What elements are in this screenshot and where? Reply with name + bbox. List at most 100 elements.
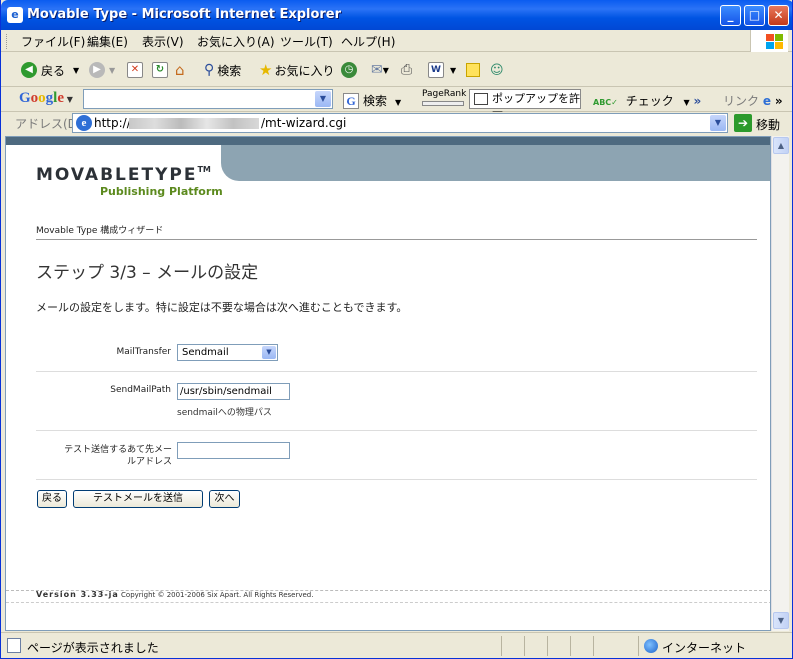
logo-subtitle: Publishing Platform xyxy=(100,185,223,198)
status-message: ページが表示されました xyxy=(27,641,159,655)
vertical-scrollbar[interactable]: ▲ ▼ xyxy=(771,136,789,631)
pagerank-bar xyxy=(422,101,464,106)
spell-check-label: チェック xyxy=(625,94,674,108)
pagerank-label: PageRank xyxy=(422,89,467,99)
print-button[interactable]: ⎙ xyxy=(401,60,412,80)
back-dropdown-icon[interactable]: ▼ xyxy=(73,66,79,75)
ie-window: e Movable Type - Microsoft Internet Expl… xyxy=(0,0,793,659)
favorites-button[interactable]: ★ お気に入り xyxy=(259,60,334,80)
pagerank-indicator: PageRank xyxy=(422,89,466,109)
refresh-button[interactable]: ↻ xyxy=(152,60,168,80)
title-bar: e Movable Type - Microsoft Internet Expl… xyxy=(1,0,792,30)
test-address-label: テスト送信するあて先メー ルアドレス xyxy=(36,444,172,468)
minimize-button[interactable]: _ xyxy=(720,5,741,26)
search-icon: ⚲ xyxy=(204,62,215,78)
address-input[interactable]: e http:// /mt-wizard.cgi ▼ xyxy=(72,113,728,133)
menu-help[interactable]: ヘルプ(H) xyxy=(341,33,395,50)
breadcrumb-divider xyxy=(36,239,757,240)
google-search-label: 検索 xyxy=(363,94,388,108)
mail-button[interactable]: ✉ ▼ xyxy=(371,60,389,80)
google-logo[interactable]: Google ▼ xyxy=(19,90,73,107)
address-dropdown-icon[interactable]: ▼ xyxy=(710,115,726,131)
address-bar: アドレス(D) e http:// /mt-wizard.cgi ▼ ➔ 移動 xyxy=(1,112,792,134)
menu-tools[interactable]: ツール(T) xyxy=(280,33,333,50)
security-zone: インターネット xyxy=(662,641,747,655)
menu-edit[interactable]: 編集(E) xyxy=(87,33,128,50)
back-button[interactable]: ◀ 戻る ▼ xyxy=(21,60,79,80)
footer-version: Version 3.33-ja xyxy=(36,590,119,599)
header-bar xyxy=(221,145,770,181)
links-chevron-icon: » xyxy=(774,94,783,108)
star-icon: ★ xyxy=(259,61,273,79)
stop-icon: ✕ xyxy=(127,62,143,78)
windows-logo-icon xyxy=(750,30,788,52)
status-divider xyxy=(570,636,571,656)
menu-file[interactable]: ファイル(F) xyxy=(21,33,85,50)
forward-button[interactable]: ▶ ▼ xyxy=(89,60,115,80)
scroll-down-icon[interactable]: ▼ xyxy=(773,612,789,629)
row-divider xyxy=(36,479,757,480)
status-divider xyxy=(524,636,525,656)
menu-view[interactable]: 表示(V) xyxy=(142,33,184,50)
status-divider xyxy=(501,636,502,656)
menu-favorites[interactable]: お気に入り(A) xyxy=(197,33,275,50)
intro-text: メールの設定をします。特に設定は不要な場合は次へ進むこともできます。 xyxy=(36,301,408,314)
check-dropdown-icon[interactable]: ▼ xyxy=(684,98,690,107)
go-arrow-icon[interactable]: ➔ xyxy=(734,114,752,132)
back-step-button[interactable]: 戻る xyxy=(37,490,67,508)
globe-icon xyxy=(644,639,658,653)
page-done-icon xyxy=(7,638,21,653)
row-divider xyxy=(36,371,757,372)
ie-app-icon: e xyxy=(7,7,23,23)
popup-icon xyxy=(474,93,488,105)
search-button[interactable]: ⚲ 検索 xyxy=(204,60,241,80)
page-content: MOVABLETYPETM Publishing Platform Movabl… xyxy=(5,136,771,631)
spell-check-button[interactable]: ABC✓ チェック ▼ » xyxy=(593,92,701,109)
search-dropdown-icon[interactable]: ▼ xyxy=(395,98,401,107)
google-search-button[interactable]: G 検索 ▼ xyxy=(343,92,401,109)
mail-dropdown-icon[interactable]: ▼ xyxy=(383,66,389,75)
forward-arrow-icon: ▶ xyxy=(89,62,105,78)
close-button[interactable]: ✕ xyxy=(768,5,789,26)
links-ie-icon: e xyxy=(762,94,771,108)
print-icon: ⎙ xyxy=(401,62,413,78)
chevron-down-icon[interactable]: ▼ xyxy=(262,346,276,359)
test-address-input[interactable] xyxy=(177,442,290,459)
next-step-button[interactable]: 次へ xyxy=(209,490,240,508)
url-prefix: http:// xyxy=(94,116,131,130)
stop-button[interactable]: ✕ xyxy=(127,60,143,80)
mail-transfer-value: Sendmail xyxy=(182,347,229,358)
popup-allow-button[interactable]: ポップアップを許可 xyxy=(469,89,581,123)
edit-button[interactable]: W ▼ xyxy=(428,60,456,80)
footer-copyright: Copyright © 2001-2006 Six Apart. All Rig… xyxy=(121,591,314,599)
scroll-up-icon[interactable]: ▲ xyxy=(773,137,789,154)
maximize-button[interactable]: □ xyxy=(744,5,765,26)
breadcrumb: Movable Type 構成ウィザード xyxy=(36,226,164,236)
note-icon xyxy=(466,63,480,77)
messenger-icon: ☺ xyxy=(490,62,504,78)
row-divider xyxy=(36,430,757,431)
discuss-button[interactable] xyxy=(466,60,480,80)
header-strip xyxy=(6,137,770,145)
mail-transfer-select[interactable]: Sendmail ▼ xyxy=(177,344,278,361)
footer-divider-bottom xyxy=(6,602,770,603)
sendmail-path-input[interactable]: /usr/sbin/sendmail xyxy=(177,383,290,400)
forward-dropdown-icon[interactable]: ▼ xyxy=(109,66,115,75)
google-search-input[interactable]: ▼ xyxy=(83,89,333,109)
chevron-down-icon[interactable]: ▼ xyxy=(315,91,331,107)
test-address-label-line2: ルアドレス xyxy=(126,457,172,467)
history-button[interactable]: ◷ xyxy=(341,60,361,80)
page-ie-icon: e xyxy=(76,115,92,131)
refresh-icon: ↻ xyxy=(152,62,168,78)
send-test-mail-button[interactable]: テストメールを送信 xyxy=(73,490,203,508)
more-chevron-icon[interactable]: » xyxy=(694,94,702,108)
footer-text: Version 3.33-ja Copyright © 2001-2006 Si… xyxy=(36,590,313,599)
links-button[interactable]: リンク e » xyxy=(723,92,783,109)
messenger-button[interactable]: ☺ xyxy=(490,60,504,80)
edit-dropdown-icon[interactable]: ▼ xyxy=(450,66,456,75)
menu-grip xyxy=(6,34,9,49)
logo-text: MOVABLETYPE xyxy=(36,165,198,185)
go-button[interactable]: 移動 xyxy=(756,116,780,133)
home-button[interactable]: ⌂ xyxy=(175,60,185,80)
standard-toolbar: ◀ 戻る ▼ ▶ ▼ ✕ ↻ ⌂ ⚲ 検索 ★ お気に入り ◷ ✉ ▼ ⎙ W … xyxy=(1,53,792,87)
